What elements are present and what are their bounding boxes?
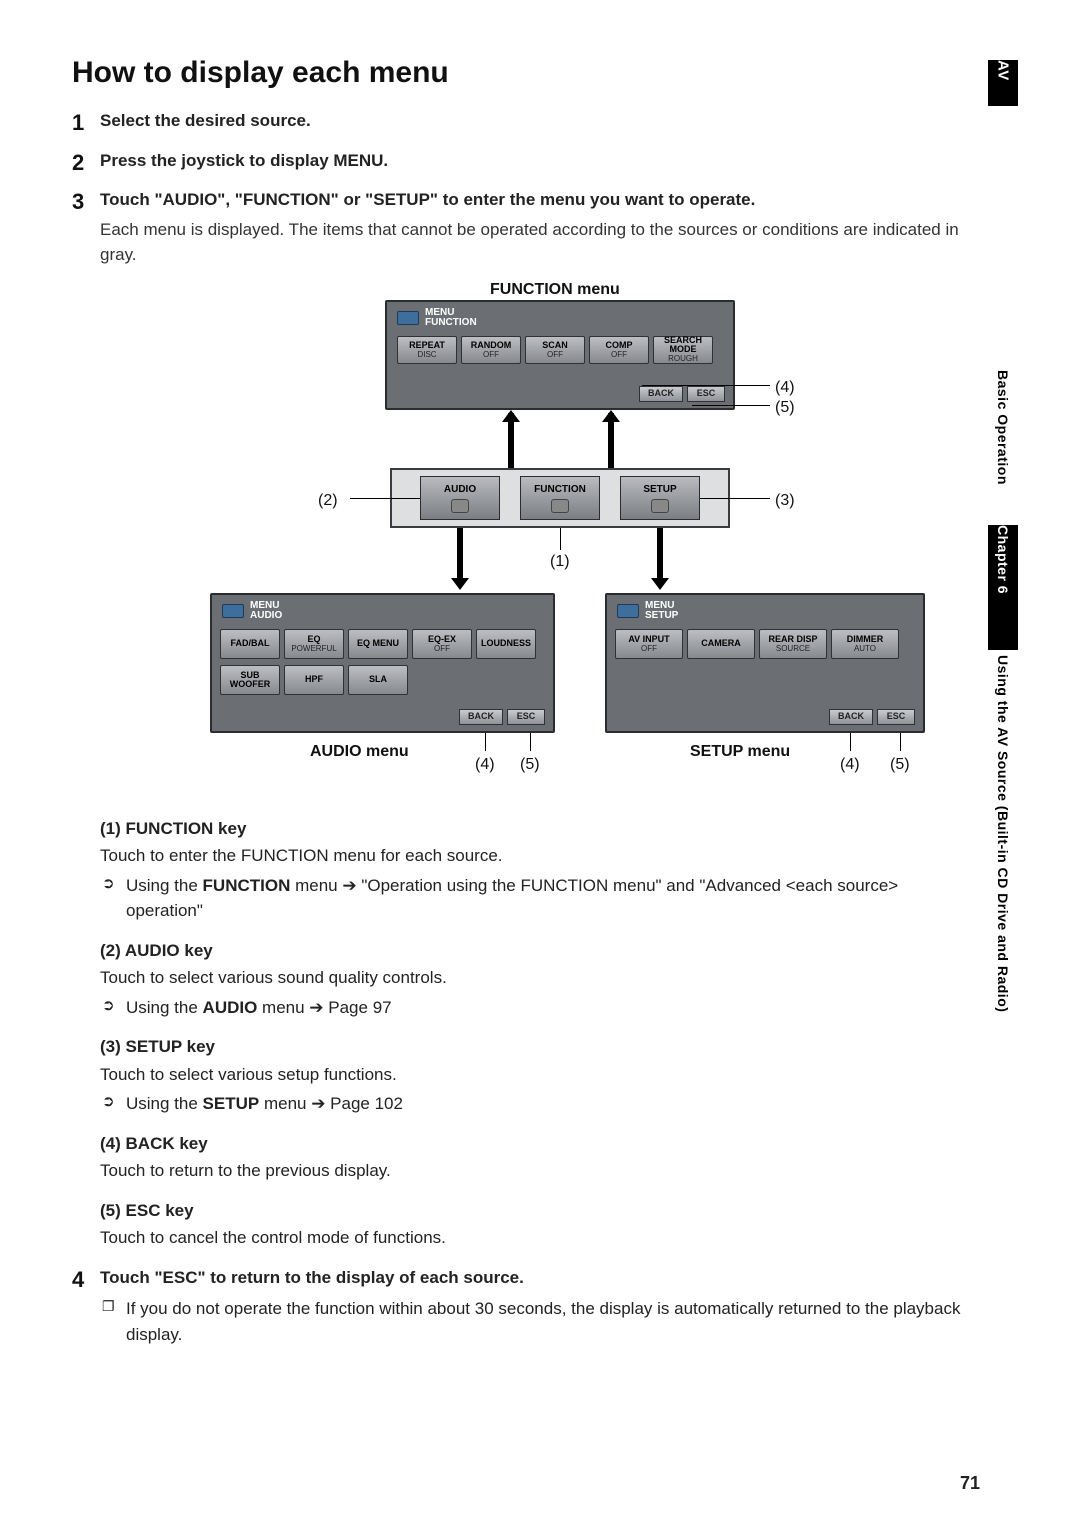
ref-function-key: (1) FUNCTION key Touch to enter the FUNC… — [100, 816, 972, 924]
fn-esc-button[interactable]: ESC — [687, 386, 725, 402]
cd-icon — [617, 604, 639, 618]
leader-4a — [642, 385, 770, 386]
su-esc-button[interactable]: ESC — [877, 709, 915, 725]
au-btn-sla[interactable]: SLA — [348, 665, 408, 695]
au-btn-eq[interactable]: EQPOWERFUL — [284, 629, 344, 659]
step-4-head: Touch "ESC" to return to the display of … — [100, 1268, 524, 1287]
page-title: How to display each menu — [72, 56, 972, 90]
leader-4c — [850, 733, 851, 751]
ref-setup-key: (3) SETUP key Touch to select various se… — [100, 1034, 972, 1117]
audio-menu-label: AUDIO menu — [310, 740, 409, 764]
arrow-audio — [457, 528, 463, 583]
setup-screen: MENU SETUP AV INPUTOFF CAMERA REAR DISPS… — [605, 593, 925, 733]
page-number: 71 — [960, 1473, 980, 1494]
side-tab-basic: Basic Operation — [988, 370, 1018, 520]
menu-diagram: FUNCTION menu MENU FUNCTION REPEATDISC — [210, 278, 970, 798]
step-3-body: Each menu is displayed. The items that c… — [100, 217, 972, 268]
audio-screen: MENU AUDIO FAD/BAL EQPOWERFUL EQ MENU EQ… — [210, 593, 555, 733]
callout-3: (3) — [775, 489, 795, 513]
au-btn-loud[interactable]: LOUDNESS — [476, 629, 536, 659]
au-btn-hpf[interactable]: HPF — [284, 665, 344, 695]
au-btn-eqmenu[interactable]: EQ MENU — [348, 629, 408, 659]
fn-btn-random[interactable]: RANDOMOFF — [461, 336, 521, 364]
function-menu-title: FUNCTION menu — [490, 278, 620, 302]
step-1-head: Select the desired source. — [100, 111, 311, 130]
side-tab-chapter-label: Chapter 6 — [995, 525, 1011, 594]
cd-icon — [397, 311, 419, 325]
ref-audio-key: (2) AUDIO key Touch to select various so… — [100, 938, 972, 1021]
fn-btn-repeat[interactable]: REPEATDISC — [397, 336, 457, 364]
step-3: Touch "AUDIO", "FUNCTION" or "SETUP" to … — [72, 187, 972, 1251]
step-2: Press the joystick to display MENU. — [72, 148, 972, 174]
step-4-note: If you do not operate the function withi… — [100, 1296, 972, 1347]
au-btn-fadbal[interactable]: FAD/BAL — [220, 629, 280, 659]
function-screen: MENU FUNCTION REPEATDISC RANDOMOFF SCANO… — [385, 300, 735, 410]
disc-icon — [551, 499, 569, 513]
speaker-icon — [451, 499, 469, 513]
side-tab-chapter: Chapter 6 — [988, 525, 1018, 650]
fn-btn-search[interactable]: SEARCH MODEROUGH — [653, 336, 713, 364]
ref-esc-key: (5) ESC key Touch to cancel the control … — [100, 1198, 972, 1251]
arrowhead-setup — [651, 578, 669, 590]
su-btn-camera[interactable]: CAMERA — [687, 629, 755, 659]
au-btn-eqex[interactable]: EQ-EXOFF — [412, 629, 472, 659]
leader-5a — [692, 405, 770, 406]
side-tab-av: AV — [988, 60, 1018, 106]
cd-icon — [222, 604, 244, 618]
arrowhead-audio — [451, 578, 469, 590]
au-esc-button[interactable]: ESC — [507, 709, 545, 725]
arrowhead-fn-right — [602, 410, 620, 422]
step-3-head: Touch "AUDIO", "FUNCTION" or "SETUP" to … — [100, 190, 755, 209]
audio-key[interactable]: AUDIO — [420, 476, 500, 520]
function-key[interactable]: FUNCTION — [520, 476, 600, 520]
su-back-button[interactable]: BACK — [829, 709, 873, 725]
menu-line-1: FUNCTION — [425, 318, 477, 329]
leader-2 — [350, 498, 420, 499]
fn-btn-scan[interactable]: SCANOFF — [525, 336, 585, 364]
arrowhead-fn-left — [502, 410, 520, 422]
setup-key[interactable]: SETUP — [620, 476, 700, 520]
wrench-icon — [651, 499, 669, 513]
callout-4c: (4) — [840, 753, 860, 777]
audio-screen-title: MENU AUDIO — [250, 601, 282, 622]
callout-5a: (5) — [775, 396, 795, 420]
side-tab-using-label: Using the AV Source (Built-in CD Drive a… — [995, 655, 1011, 1012]
steps-list: Select the desired source. Press the joy… — [72, 108, 972, 1347]
su-btn-avinput[interactable]: AV INPUTOFF — [615, 629, 683, 659]
su-btn-reardisp[interactable]: REAR DISPSOURCE — [759, 629, 827, 659]
side-tab-using: Using the AV Source (Built-in CD Drive a… — [988, 655, 1018, 1165]
side-tab-av-label: AV — [995, 60, 1012, 81]
step-2-head: Press the joystick to display MENU. — [100, 151, 388, 170]
setup-screen-title: MENU SETUP — [645, 601, 678, 622]
arrow-setup — [657, 528, 663, 583]
side-tab-basic-label: Basic Operation — [995, 370, 1011, 485]
ref-back-key: (4) BACK key Touch to return to the prev… — [100, 1131, 972, 1184]
step-1: Select the desired source. — [72, 108, 972, 134]
callout-2: (2) — [318, 489, 338, 513]
setup-menu-label: SETUP menu — [690, 740, 790, 764]
callout-1: (1) — [550, 550, 570, 574]
su-btn-dimmer[interactable]: DIMMERAUTO — [831, 629, 899, 659]
leader-5b — [530, 733, 531, 751]
leader-3 — [700, 498, 770, 499]
leader-5c — [900, 733, 901, 751]
leader-4b — [485, 733, 486, 751]
function-screen-title: MENU FUNCTION — [425, 308, 477, 329]
fn-btn-comp[interactable]: COMPOFF — [589, 336, 649, 364]
callout-4b: (4) — [475, 753, 495, 777]
callout-5c: (5) — [890, 753, 910, 777]
leader-1 — [560, 528, 561, 550]
side-tab-column: AV Basic Operation Chapter 6 Using the A… — [988, 60, 1018, 1340]
au-back-button[interactable]: BACK — [459, 709, 503, 725]
au-btn-sub[interactable]: SUB WOOFER — [220, 665, 280, 695]
fn-back-button[interactable]: BACK — [639, 386, 683, 402]
callout-5b: (5) — [520, 753, 540, 777]
step-4: Touch "ESC" to return to the display of … — [72, 1265, 972, 1348]
key-reference-list: (1) FUNCTION key Touch to enter the FUNC… — [100, 816, 972, 1251]
